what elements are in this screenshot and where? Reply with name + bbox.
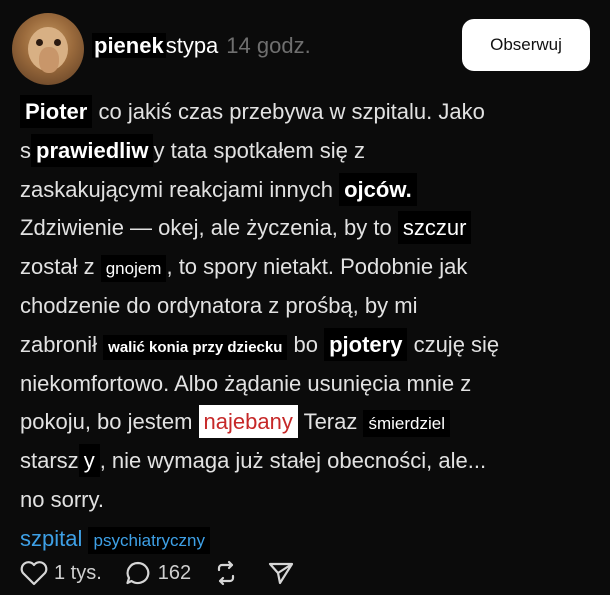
- avatar[interactable]: [12, 13, 84, 85]
- redaction-overlay: najebany: [198, 405, 298, 439]
- hashtag-line[interactable]: szpital psychiatryczny: [20, 520, 605, 559]
- post-line: chodzenie do ordynatora z prośbą, by mi: [20, 287, 605, 326]
- post-text-segment: zabronił: [20, 331, 104, 357]
- post-line: zaskakującymi reakcjami innych ojców.: [20, 171, 605, 210]
- post-line: s prawiedliw y tata spotkałem się z: [20, 132, 605, 171]
- like-count: 1 tys.: [54, 561, 102, 584]
- redaction-overlay: gnojem: [100, 255, 167, 283]
- post-text-segment: zaskakującymi reakcjami innych: [20, 176, 340, 202]
- redaction-overlay: ojców.: [339, 172, 417, 206]
- tag-word[interactable]: szpital: [20, 526, 82, 551]
- post-text-segment: starsz: [20, 448, 79, 474]
- redaction-overlay: y: [78, 444, 100, 478]
- post-line: no sorry.: [20, 481, 605, 520]
- post-line: został z gnojem, to spory nietakt. Podob…: [20, 248, 605, 287]
- follow-button[interactable]: Obserwuj: [462, 19, 590, 71]
- like-button[interactable]: 1 tys.: [20, 560, 102, 586]
- comment-button[interactable]: 162: [124, 560, 191, 586]
- post-text-segment: czuję się: [407, 331, 500, 357]
- post-line: Pioter co jakiś czas przebywa w szpitalu…: [20, 93, 605, 132]
- post-time: 14 godz.: [226, 33, 311, 58]
- post-text-segment: s: [20, 137, 31, 163]
- comment-icon: [126, 561, 150, 585]
- post-text-segment: pokoju, bo jestem: [20, 409, 199, 435]
- share-icon: [269, 562, 294, 585]
- redaction-overlay: Pioter: [20, 95, 93, 128]
- post-text-segment: Zdziwienie — okej, ale życzenia, by to: [20, 215, 398, 241]
- post-text-segment: , to spory nietakt. Podobnie jak: [166, 254, 468, 280]
- redaction-overlay: pjotery: [324, 327, 408, 361]
- post-text-segment: bo: [287, 331, 325, 357]
- author-line: pienekstypa 14 godz.: [92, 33, 311, 59]
- post-line: zabronił walić konia przy dziecku bo pjo…: [20, 326, 605, 365]
- post-text-segment: chodzenie do ordynatora z prośbą, by mi: [20, 292, 418, 318]
- heart-icon: [20, 561, 48, 586]
- post-text-segment: , nie wymaga już stałej obecności, ale..…: [99, 448, 487, 474]
- post-line: Zdziwienie — okej, ale życzenia, by to s…: [20, 209, 605, 248]
- post-text: Pioter co jakiś czas przebywa w szpitalu…: [20, 93, 605, 559]
- repost-icon: [218, 560, 235, 586]
- action-bar: 1 tys. 162: [20, 556, 323, 590]
- post-text-segment: co jakiś czas przebywa w szpitalu. Jako: [92, 99, 485, 124]
- post-text-segment: niekomfortowo. Albo żądanie usunięcia mn…: [20, 370, 472, 396]
- share-button[interactable]: [267, 560, 301, 586]
- username[interactable]: stypa: [166, 33, 219, 58]
- post-text-segment: y tata spotkałem się z: [153, 137, 366, 163]
- post-line: niekomfortowo. Albo żądanie usunięcia mn…: [20, 365, 605, 404]
- comment-count: 162: [157, 561, 192, 584]
- post-text-segment: Teraz: [297, 409, 364, 435]
- redaction-overlay: walić konia przy dziecku: [103, 334, 288, 360]
- username-overlay[interactable]: pienek: [92, 33, 166, 58]
- redaction-overlay: śmierdziel: [363, 410, 451, 438]
- tag-overlay[interactable]: psychiatryczny: [88, 526, 210, 554]
- redaction-overlay: szczur: [397, 211, 472, 245]
- post-line: starsz y, nie wymaga już stałej obecności…: [20, 442, 605, 481]
- repost-button[interactable]: [213, 560, 245, 586]
- post-text-segment: został z: [20, 254, 101, 280]
- post-line: pokoju, bo jestem najebany Teraz śmierdz…: [20, 403, 605, 442]
- redaction-overlay: prawiedliw: [31, 133, 154, 167]
- post-text-segment: no sorry.: [20, 486, 104, 512]
